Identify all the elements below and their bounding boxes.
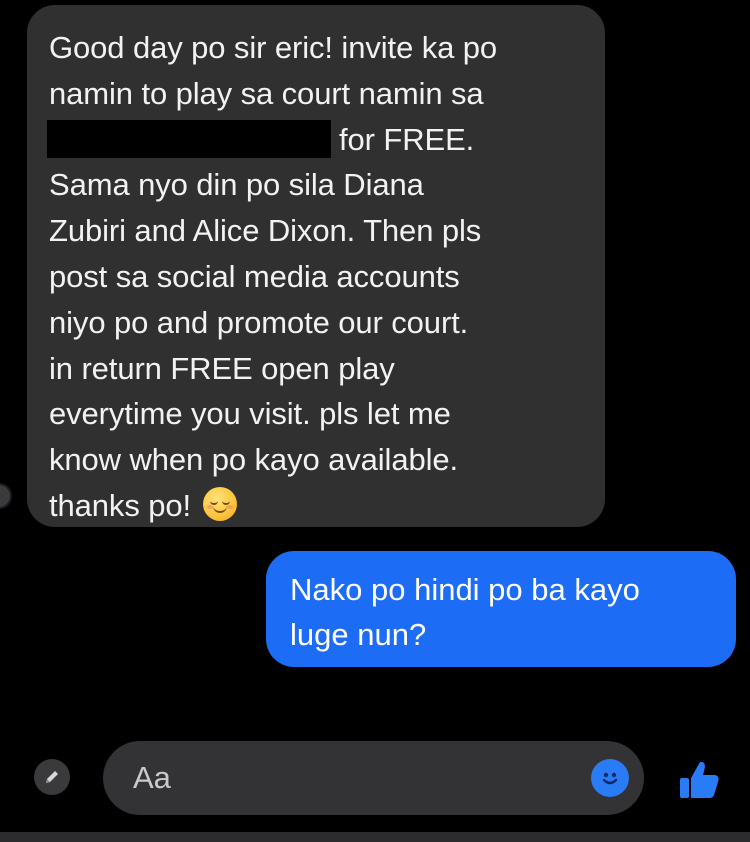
message-line-last: thanks po!	[49, 483, 581, 529]
message-line: know when po kayo available.	[49, 442, 459, 478]
message-line: namin to play sa court namin sa	[49, 75, 484, 111]
message-line: post sa social media accounts	[49, 258, 460, 294]
message-line-redacted: for FREE.	[47, 117, 581, 163]
message-placeholder: Aa	[133, 760, 171, 795]
incoming-message-bubble[interactable]: Good day po sir eric! invite ka po namin…	[27, 5, 605, 527]
message-line: Sama nyo din po sila Diana	[49, 167, 424, 203]
message-line: niyo po and promote our court.	[49, 304, 469, 340]
outgoing-message-bubble[interactable]: Nako po hindi po ba kayo luge nun?	[266, 551, 736, 667]
smiling-face-icon	[203, 486, 238, 521]
pencil-icon[interactable]	[34, 759, 70, 795]
message-line: Nako po hindi po ba kayo	[290, 572, 640, 607]
message-line: Good day po sir eric! invite ka po	[49, 30, 498, 65]
message-line: in return FREE open play	[49, 350, 395, 386]
message-input[interactable]: Aa	[103, 741, 644, 815]
redaction-box	[47, 119, 331, 158]
message-line: Zubiri and Alice Dixon. Then pls	[49, 213, 482, 249]
thumbs-up-icon[interactable]	[676, 757, 722, 803]
message-composer: Aa	[0, 730, 750, 842]
message-line: everytime you visit. pls let me	[49, 396, 451, 432]
message-fragment: thanks po!	[49, 487, 192, 523]
message-fragment: for FREE.	[339, 121, 475, 157]
bottom-bar	[0, 832, 750, 842]
emoji-icon[interactable]	[591, 759, 629, 797]
message-line: luge nun?	[290, 617, 427, 652]
sender-avatar[interactable]	[0, 483, 12, 509]
